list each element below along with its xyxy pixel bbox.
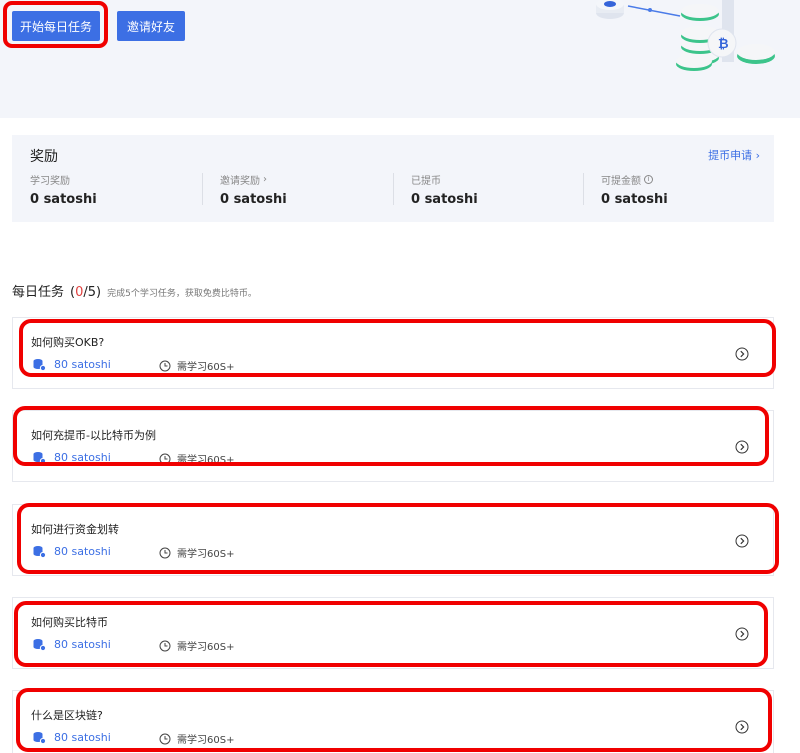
task-time-text: 需学习60S+ [177, 455, 235, 466]
coin-stack-icon [33, 732, 46, 744]
clock-icon [159, 547, 171, 558]
stat-label: 学习奖励 [30, 176, 70, 187]
task-time: 需学习60S+ [159, 638, 234, 653]
stat-value: 0 satoshi [220, 192, 287, 207]
task-title: 什么是区块链? [31, 709, 103, 722]
task-time-text: 需学习60S+ [177, 642, 235, 653]
task-time-text: 需学习60S+ [177, 362, 235, 373]
task-reward: 80 satoshi [33, 545, 111, 558]
task-time: 需学习60S+ [159, 358, 234, 373]
divider [202, 173, 203, 205]
task-title: 如何进行资金划转 [31, 523, 119, 536]
daily-tasks-title: 每日任务 [12, 285, 65, 300]
svg-text:₿: ₿ [718, 37, 729, 52]
hero-banner: 开始每日任务 邀请好友 ₿ [0, 0, 800, 118]
clock-icon [159, 733, 171, 744]
stat-withdrawable: 可提金额 i 0 satoshi [601, 172, 668, 208]
task-title: 如何购买比特币 [31, 616, 108, 629]
withdraw-request-link[interactable]: 提币申请 › [708, 147, 760, 163]
stat-label: 邀请奖励 › [220, 174, 267, 187]
task-time-text: 需学习60S+ [177, 735, 235, 746]
task-card[interactable]: 如何购买比特币 80 satoshi 需学习60S+ [12, 597, 774, 669]
daily-progress: (0/5) [70, 285, 102, 300]
clock-icon [159, 360, 171, 371]
clock-icon [159, 640, 171, 651]
task-title: 如何购买OKB? [31, 336, 105, 349]
task-reward-value: 80 satoshi [54, 731, 111, 744]
task-reward: 80 satoshi [33, 638, 111, 651]
stat-label: 已提币 [411, 176, 441, 187]
rewards-panel: 奖励 提币申请 › 学习奖励 0 satoshi 邀请奖励 › 0 satoshi… [12, 135, 774, 222]
clock-icon [159, 453, 171, 464]
stat-label: 可提金额 i [601, 172, 668, 187]
rewards-title: 奖励 [30, 149, 58, 165]
stat-value: 0 satoshi [30, 192, 97, 207]
task-card[interactable]: 什么是区块链? 80 satoshi 需学习60S+ [12, 690, 774, 753]
start-button-highlight [3, 1, 108, 48]
task-title: 如何充提币-以比特币为例 [31, 429, 156, 442]
task-time-text: 需学习60S+ [177, 549, 235, 560]
withdraw-link-label: 提币申请 [708, 149, 753, 162]
task-reward: 80 satoshi [33, 451, 111, 464]
task-reward-value: 80 satoshi [54, 545, 111, 558]
daily-tasks-header: 每日任务 (0/5) 完成5个学习任务，获取免费比特币。 [12, 281, 257, 300]
task-card[interactable]: 如何充提币-以比特币为例 80 satoshi 需学习60S+ [12, 410, 774, 482]
chevron-right-icon: › [263, 174, 267, 185]
task-card[interactable]: 如何进行资金划转 80 satoshi 需学习60S+ [12, 504, 774, 576]
arrow-circle-right-icon[interactable] [735, 627, 749, 641]
coin-stack-icon [33, 452, 46, 464]
bitcoin-coins-illustration: ₿ [596, 0, 775, 71]
task-time: 需学习60S+ [159, 731, 234, 746]
divider [583, 173, 584, 205]
task-reward: 80 satoshi [33, 358, 111, 371]
arrow-circle-right-icon[interactable] [735, 347, 749, 361]
daily-tasks-note: 完成5个学习任务，获取免费比特币。 [107, 289, 257, 299]
coin-stack-icon [33, 546, 46, 558]
chevron-right-icon: › [755, 149, 760, 162]
task-reward-value: 80 satoshi [54, 638, 111, 651]
coin-stack-icon [33, 359, 46, 371]
divider [393, 173, 394, 205]
task-time: 需学习60S+ [159, 451, 234, 466]
stat-value: 0 satoshi [411, 192, 478, 207]
stat-study-reward: 学习奖励 0 satoshi [30, 172, 97, 208]
task-reward-value: 80 satoshi [54, 358, 111, 371]
stat-value: 0 satoshi [601, 192, 668, 207]
arrow-circle-right-icon[interactable] [735, 720, 749, 734]
stat-withdrawn: 已提币 0 satoshi [411, 172, 478, 208]
coin-stack-icon [33, 639, 46, 651]
info-icon[interactable]: i [644, 175, 653, 184]
arrow-circle-right-icon[interactable] [735, 440, 749, 454]
invite-friends-button[interactable]: 邀请好友 [117, 11, 185, 41]
arrow-circle-right-icon[interactable] [735, 534, 749, 548]
task-reward: 80 satoshi [33, 731, 111, 744]
task-time: 需学习60S+ [159, 545, 234, 560]
task-card[interactable]: 如何购买OKB? 80 satoshi 需学习60S+ [12, 317, 774, 389]
stat-invite-reward[interactable]: 邀请奖励 › 0 satoshi [220, 172, 287, 208]
task-reward-value: 80 satoshi [54, 451, 111, 464]
